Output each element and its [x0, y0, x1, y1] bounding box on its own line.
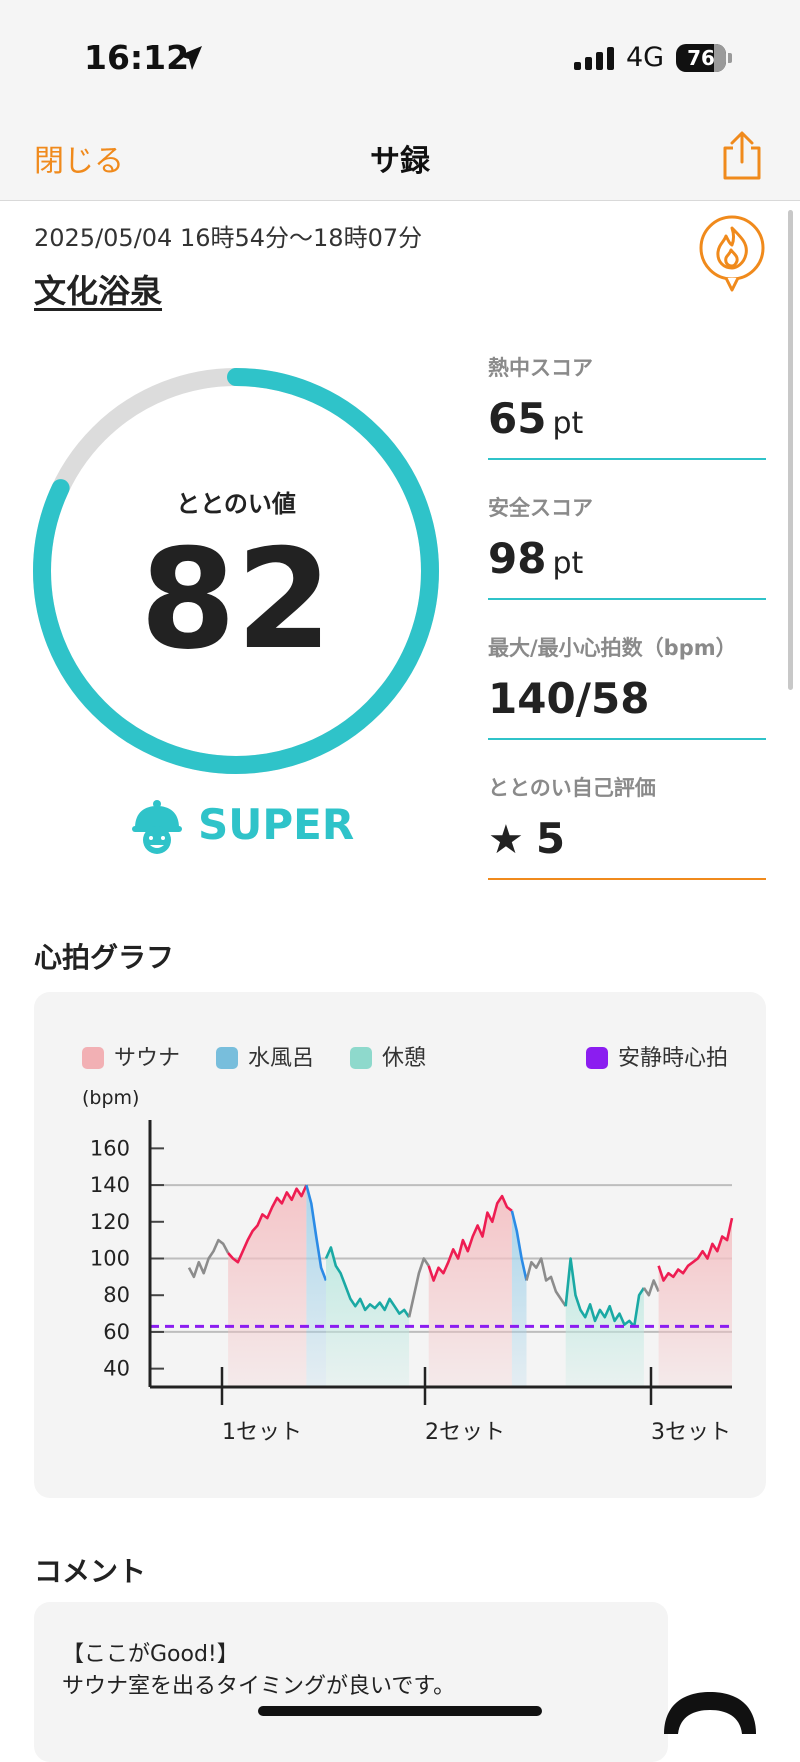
hr-line-other — [407, 1257, 430, 1318]
y-tick-label: 60 — [103, 1320, 130, 1344]
stat-value: 140/58 — [488, 674, 650, 723]
totonoi-value: 82 — [139, 519, 333, 680]
stat-unit: pt — [552, 406, 584, 441]
comment-title: コメント — [34, 1555, 147, 1588]
location-arrow-icon — [178, 46, 202, 70]
scroll-indicator[interactable] — [788, 210, 793, 690]
battery-indicator: 76 — [676, 44, 726, 72]
status-time: 16:12 — [84, 38, 190, 77]
stat-unit: pt — [552, 546, 584, 581]
set-label: 3セット — [651, 1420, 731, 1445]
network-type: 4G — [626, 42, 665, 73]
heart-rate-chart: (bpm) 160 140 120 100 80 60 40 1セット 2セット 3セット — [82, 1087, 734, 1445]
y-tick-label: 120 — [90, 1210, 130, 1234]
legend-swatch — [82, 1047, 104, 1069]
set-label: 1セット — [222, 1420, 302, 1445]
stat-label: 安全スコア — [488, 496, 593, 520]
stat-self-rating[interactable]: ととのい自己評価 ★ 5 — [488, 772, 766, 880]
stat-label: 熱中スコア — [488, 356, 593, 380]
stat-value: 65 — [488, 394, 547, 443]
signal-icon — [574, 47, 614, 70]
legend-rest: 休憩 — [350, 1040, 426, 1072]
legend-water: 水風呂 — [216, 1040, 314, 1072]
comment-heading: 【ここがGood!】 — [62, 1642, 239, 1667]
battery-level: 76 — [687, 46, 715, 70]
y-tick-label: 160 — [90, 1136, 130, 1160]
heart-graph-title: 心拍グラフ — [34, 941, 175, 974]
flame-badge-icon[interactable] — [696, 214, 768, 298]
y-tick-label: 100 — [90, 1247, 130, 1271]
legend-resting-hr: 安静時心拍 — [586, 1040, 728, 1072]
share-icon[interactable] — [720, 130, 764, 182]
legend-sauna: サウナ — [82, 1040, 180, 1072]
phase-area-water — [306, 1185, 326, 1387]
stat-value: 5 — [535, 814, 566, 863]
battery-tip — [728, 53, 732, 63]
session-datetime: 2025/05/04 16時54分〜18時07分 — [34, 224, 423, 252]
stat-value-row: 65 pt — [488, 394, 766, 460]
legend-label: 安静時心拍 — [618, 1046, 729, 1071]
legend-swatch — [586, 1047, 608, 1069]
sauna-hat-icon — [132, 800, 182, 854]
home-indicator — [258, 1706, 542, 1716]
close-button[interactable]: 閉じる — [34, 136, 124, 180]
stat-safety-score: 安全スコア 98 pt — [488, 492, 766, 600]
totonoi-label: ととのい値 — [176, 490, 296, 518]
legend-label: 水風呂 — [248, 1046, 315, 1071]
comment-body: サウナ室を出るタイミングが良いです。 — [62, 1674, 456, 1699]
stat-value: 98 — [488, 534, 547, 583]
legend-label: 休憩 — [382, 1046, 427, 1071]
stat-heart-rate-range: 最大/最小心拍数（bpm） 140/58 — [488, 632, 766, 740]
stat-label: 最大/最小心拍数（bpm） — [488, 636, 737, 660]
stat-value-row: 140/58 — [488, 674, 766, 740]
stat-netchu-score: 熱中スコア 65 pt — [488, 352, 766, 460]
totonoi-level: SUPER — [198, 800, 355, 849]
legend-swatch — [350, 1047, 372, 1069]
phase-area-sauna — [428, 1196, 512, 1387]
avatar-icon — [664, 1692, 756, 1734]
set-label: 2セット — [425, 1420, 505, 1445]
y-tick-label: 40 — [103, 1357, 130, 1381]
stat-value-row: ★ 5 — [488, 814, 766, 880]
hr-line-other — [525, 1257, 567, 1307]
hr-line-other — [642, 1279, 660, 1297]
stat-value-row: 98 pt — [488, 534, 766, 600]
y-tick-label: 140 — [90, 1173, 130, 1197]
navigation-bar: サ録 閉じる — [0, 110, 800, 201]
legend-label: サウナ — [114, 1046, 181, 1071]
y-axis-label: (bpm) — [82, 1087, 139, 1109]
legend-swatch — [216, 1047, 238, 1069]
star-icon: ★ — [488, 817, 524, 863]
y-tick-label: 80 — [103, 1283, 130, 1307]
facility-name-link[interactable]: 文化浴泉 — [34, 266, 162, 312]
stat-label: ととのい自己評価 — [488, 776, 656, 800]
